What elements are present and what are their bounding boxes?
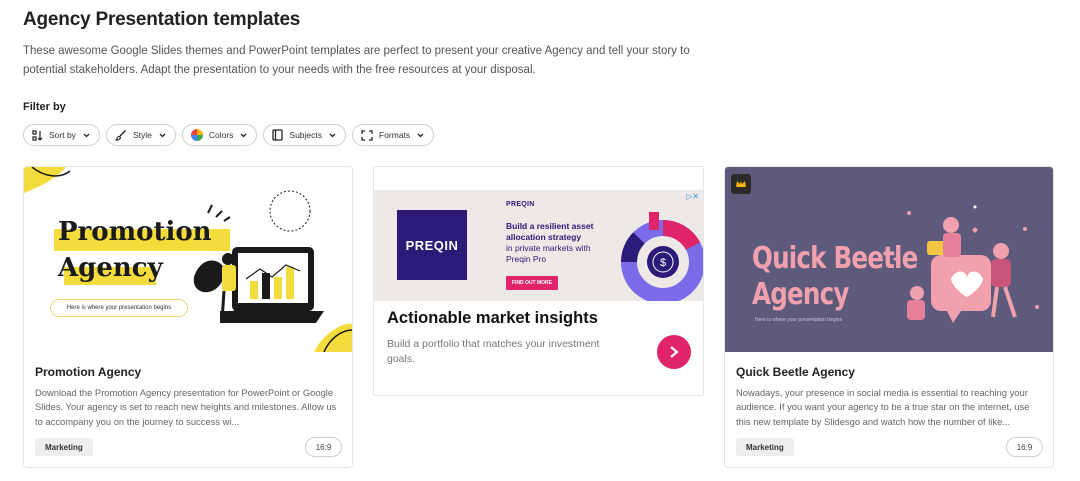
- filter-colors[interactable]: Colors: [181, 124, 258, 146]
- ad-subline: in private markets with Preqin Pro: [506, 243, 591, 264]
- template-description: Nowadays, your presence in social media …: [736, 387, 1030, 427]
- template-title[interactable]: Promotion Agency: [35, 365, 141, 379]
- filter-label: Formats: [379, 130, 411, 140]
- sort-icon: [32, 129, 43, 141]
- aspect-ratio-badge: 16:9: [305, 437, 342, 457]
- ad-headline: Build a resilient asset allocation strat…: [506, 221, 594, 242]
- thumbnail-subtitle: Here is where your presentation begins: [50, 299, 188, 317]
- template-title[interactable]: Quick Beetle Agency: [736, 365, 855, 379]
- filter-label: Sort by: [49, 130, 76, 140]
- template-card-promotion-agency[interactable]: Promotion Agency Here is where your pres…: [23, 166, 353, 468]
- ad-banner[interactable]: PREQIN PREQIN Build a resilient asset al…: [374, 190, 703, 301]
- crown-icon: [731, 174, 751, 194]
- expand-icon: [361, 129, 373, 141]
- filter-label: Style: [132, 130, 152, 140]
- template-card-quick-beetle-agency[interactable]: Quick Beetle Agency Here is where your p…: [724, 166, 1054, 468]
- ad-text: Build a portfolio that matches your inve…: [387, 338, 600, 365]
- category-tag[interactable]: Marketing: [35, 438, 93, 456]
- book-icon: [272, 129, 284, 141]
- filter-label: Colors: [208, 130, 234, 140]
- chevron-down-icon: [83, 133, 90, 138]
- chevron-down-icon: [240, 133, 247, 138]
- ad-brand: PREQIN: [506, 201, 535, 208]
- filter-style[interactable]: Style: [105, 124, 176, 146]
- thumbnail-subtitle: Here is where your presentation begins: [755, 317, 842, 323]
- thumbnail-title-line-2: Agency: [752, 277, 849, 312]
- template-description: Download the Promotion Agency presentati…: [35, 387, 337, 427]
- ad-choices-icon[interactable]: ▷✕: [686, 192, 699, 201]
- filter-bar: Sort by Style Colors Subjects Formats: [23, 124, 435, 146]
- thumbnail-title-line-1: Promotion: [58, 217, 212, 247]
- chevron-right-icon: [670, 346, 679, 358]
- page-description: These awesome Google Slides themes and P…: [23, 45, 690, 76]
- filter-formats[interactable]: Formats: [352, 124, 435, 146]
- ad-donut-graphic: $: [621, 212, 703, 301]
- color-wheel-icon: [190, 129, 203, 141]
- aspect-ratio-badge: 16:9: [1006, 437, 1043, 457]
- chevron-down-icon: [417, 133, 424, 138]
- thumbnail-title-line-2: Agency: [58, 253, 163, 283]
- page-title: Agency Presentation templates: [23, 9, 301, 30]
- category-tag[interactable]: Marketing: [736, 438, 794, 456]
- svg-text:$: $: [660, 257, 666, 269]
- chevron-down-icon: [159, 133, 166, 138]
- filter-title: Filter by: [23, 101, 66, 113]
- thumbnail-title-line-1: Quick Beetle: [752, 241, 918, 276]
- filter-label: Subjects: [289, 130, 323, 140]
- brush-icon: [114, 129, 127, 141]
- ad-title[interactable]: Actionable market insights: [387, 309, 598, 328]
- chevron-down-icon: [329, 133, 336, 138]
- advertisement-card[interactable]: PREQIN PREQIN Build a resilient asset al…: [373, 166, 704, 396]
- filter-sort-by[interactable]: Sort by: [23, 124, 100, 146]
- ad-arrow-button[interactable]: [657, 335, 691, 369]
- ad-logo: PREQIN: [397, 210, 467, 280]
- ad-cta-button[interactable]: FIND OUT MORE: [506, 276, 558, 290]
- template-thumbnail[interactable]: Quick Beetle Agency Here is where your p…: [725, 167, 1053, 352]
- template-thumbnail[interactable]: Promotion Agency Here is where your pres…: [24, 167, 352, 352]
- filter-subjects[interactable]: Subjects: [263, 124, 347, 146]
